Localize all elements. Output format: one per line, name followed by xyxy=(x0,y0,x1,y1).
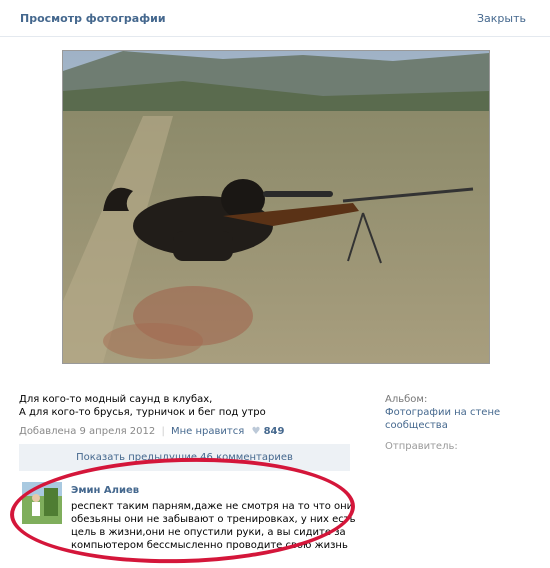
comment-text: респект таким парням,даже не смотря на т… xyxy=(71,501,356,551)
photo-caption: Для кого-то модный саунд в клубах, А для… xyxy=(19,393,266,419)
avatar-image xyxy=(22,482,62,524)
close-link[interactable]: Закрыть xyxy=(477,12,526,25)
photo-image xyxy=(63,51,489,363)
avatar[interactable] xyxy=(22,482,62,524)
like-button[interactable]: Мне нравится xyxy=(171,426,244,437)
photo[interactable] xyxy=(62,50,490,364)
caption-line: А для кого-то брусья, турничок и бег под… xyxy=(19,407,266,418)
added-date: Добавлена 9 апреля 2012 xyxy=(19,426,156,437)
caption-line: Для кого-то модный саунд в клубах, xyxy=(19,394,213,405)
page-title: Просмотр фотографии xyxy=(20,12,166,25)
sender-label: Отправитель: xyxy=(385,441,458,452)
show-previous-comments-button[interactable]: Показать предыдущие 46 комментариев xyxy=(19,444,350,471)
photo-meta: Добавлена 9 апреля 2012 | Мне нравится ♥… xyxy=(19,426,284,437)
meta-separator: | xyxy=(161,426,165,437)
photo-viewer-header: Просмотр фотографии Закрыть xyxy=(0,0,550,37)
heart-icon[interactable]: ♥ xyxy=(251,426,260,437)
album-link[interactable]: Фотографии на стене сообщества xyxy=(385,406,505,432)
like-count[interactable]: 849 xyxy=(264,426,285,437)
comment-author[interactable]: Эмин Алиев xyxy=(71,485,139,496)
album-label: Альбом: xyxy=(385,394,428,405)
photo-sidebar: Альбом: Фотографии на стене сообщества О… xyxy=(385,393,505,453)
